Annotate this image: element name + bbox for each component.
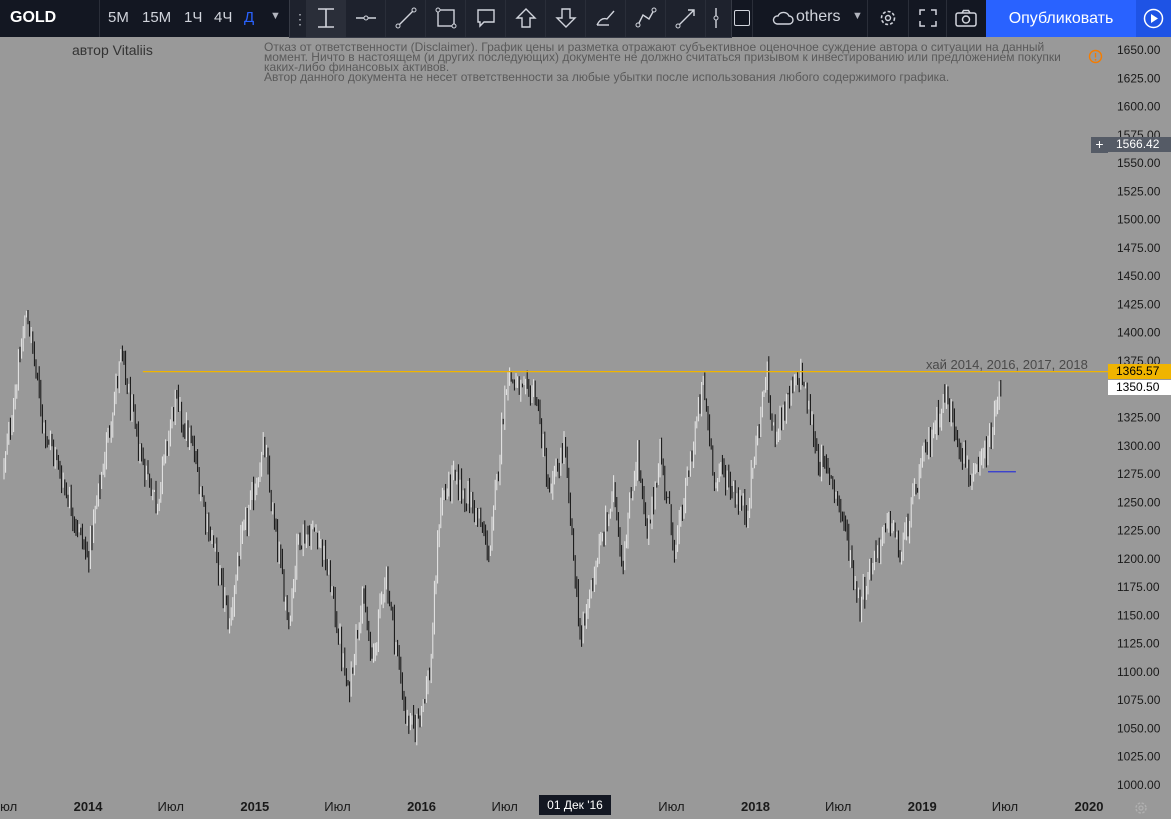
level-price-label: 1365.57 — [1108, 364, 1171, 379]
y-tick-label: 1150.00 — [1117, 608, 1160, 622]
add-alert-button[interactable]: + — [1091, 137, 1108, 153]
x-tick-label: Июл — [0, 799, 17, 814]
y-tick-label: 1050.00 — [1117, 721, 1161, 735]
y-tick-label: 1550.00 — [1117, 156, 1161, 170]
crosshair-date-label: 01 Дек '16 — [539, 795, 611, 815]
y-tick-label: 1625.00 — [1117, 71, 1161, 85]
y-tick-label: 1325.00 — [1117, 411, 1161, 425]
gear-icon[interactable] — [1133, 800, 1149, 816]
x-tick-label: Июл — [658, 799, 684, 814]
y-tick-label: 1600.00 — [1117, 100, 1161, 114]
y-tick-label: 1400.00 — [1117, 326, 1161, 340]
y-tick-label: 1200.00 — [1117, 552, 1161, 566]
level-annotation: хай 2014, 2016, 2017, 2018 — [926, 357, 1088, 372]
y-tick-label: 1525.00 — [1117, 184, 1161, 198]
y-tick-label: 1225.00 — [1117, 524, 1161, 538]
y-tick-label: 1450.00 — [1117, 269, 1161, 283]
y-tick-label: 1125.00 — [1117, 637, 1160, 651]
x-tick-label: 2016 — [407, 799, 436, 814]
x-tick-label: Июл — [324, 799, 350, 814]
x-tick-label: Июл — [491, 799, 517, 814]
x-tick-label: 2018 — [741, 799, 770, 814]
y-tick-label: 1100.00 — [1117, 665, 1160, 679]
y-tick-label: 1475.00 — [1117, 241, 1161, 255]
x-tick-label: 2014 — [74, 799, 104, 814]
x-tick-label: 2015 — [240, 799, 269, 814]
y-tick-label: 1500.00 — [1117, 213, 1161, 227]
y-tick-label: 1275.00 — [1117, 467, 1161, 481]
x-tick-label: 2019 — [908, 799, 937, 814]
price-chart[interactable]: 1000.00 1025.00 1050.00 1075.00 1100.00 1125.… — [0, 0, 1171, 819]
crosshair-price-label: 1566.42 — [1108, 137, 1171, 152]
y-tick-label: 1425.00 — [1117, 297, 1161, 311]
x-tick-label: Июл — [992, 799, 1018, 814]
y-tick-label: 1025.00 — [1117, 750, 1161, 764]
y-tick-label: 1250.00 — [1117, 495, 1161, 509]
y-tick-label: 1300.00 — [1117, 439, 1161, 453]
y-tick-label: 1000.00 — [1117, 778, 1161, 792]
y-tick-label: 1650.00 — [1117, 43, 1161, 57]
x-tick-label: Июл — [158, 799, 184, 814]
x-tick-label: Июл — [825, 799, 851, 814]
last-price-label: 1350.50 — [1108, 380, 1171, 395]
y-tick-label: 1075.00 — [1117, 693, 1161, 707]
x-tick-label: 2020 — [1075, 799, 1104, 814]
y-tick-label: 1175.00 — [1117, 580, 1160, 594]
